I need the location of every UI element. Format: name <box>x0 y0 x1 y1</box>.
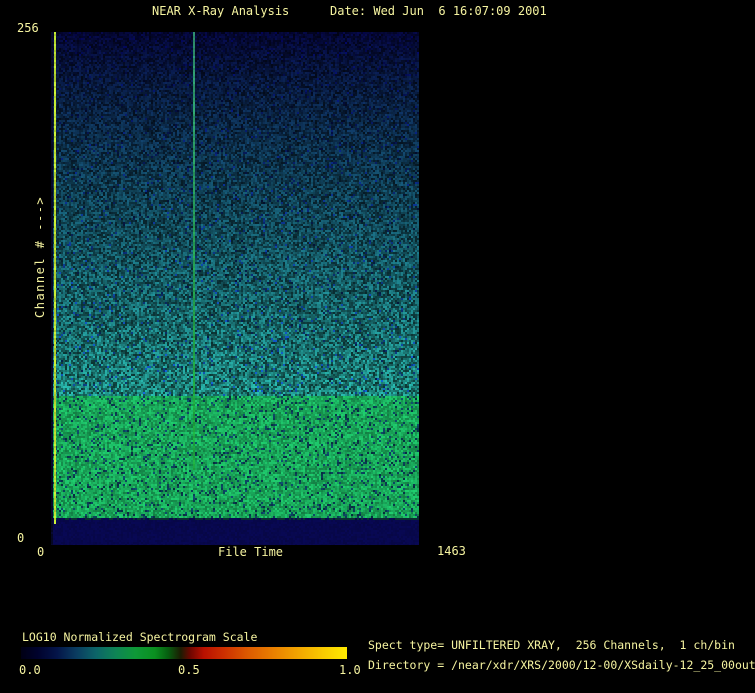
near-xray-analysis-window: NEAR X-Ray Analysis Date: Wed Jun 6 16:0… <box>0 0 755 693</box>
spectrogram-canvas <box>51 32 419 545</box>
x-axis-label: File Time <box>218 545 283 559</box>
page-title: NEAR X-Ray Analysis <box>152 4 289 18</box>
colorbar-tick-min: 0.0 <box>19 663 41 677</box>
colorbar-tick-max: 1.0 <box>339 663 361 677</box>
date-label: Date: Wed Jun 6 16:07:09 2001 <box>330 4 547 18</box>
colorbar-gradient <box>21 647 347 659</box>
x-axis-max-tick: 1463 <box>437 544 466 558</box>
spect-type-info: Spect type= UNFILTERED XRAY, 256 Channel… <box>368 638 735 652</box>
x-axis-min-tick: 0 <box>37 545 44 559</box>
directory-info: Directory = /near/xdr/XRS/2000/12-00/XSd… <box>368 658 755 672</box>
y-axis-min-tick: 0 <box>17 531 24 545</box>
y-axis-label: Channel # ---> <box>33 196 47 318</box>
y-axis-max-tick: 256 <box>17 21 39 35</box>
colorbar-tick-mid: 0.5 <box>178 663 200 677</box>
colorbar-title: LOG10 Normalized Spectrogram Scale <box>22 630 257 644</box>
